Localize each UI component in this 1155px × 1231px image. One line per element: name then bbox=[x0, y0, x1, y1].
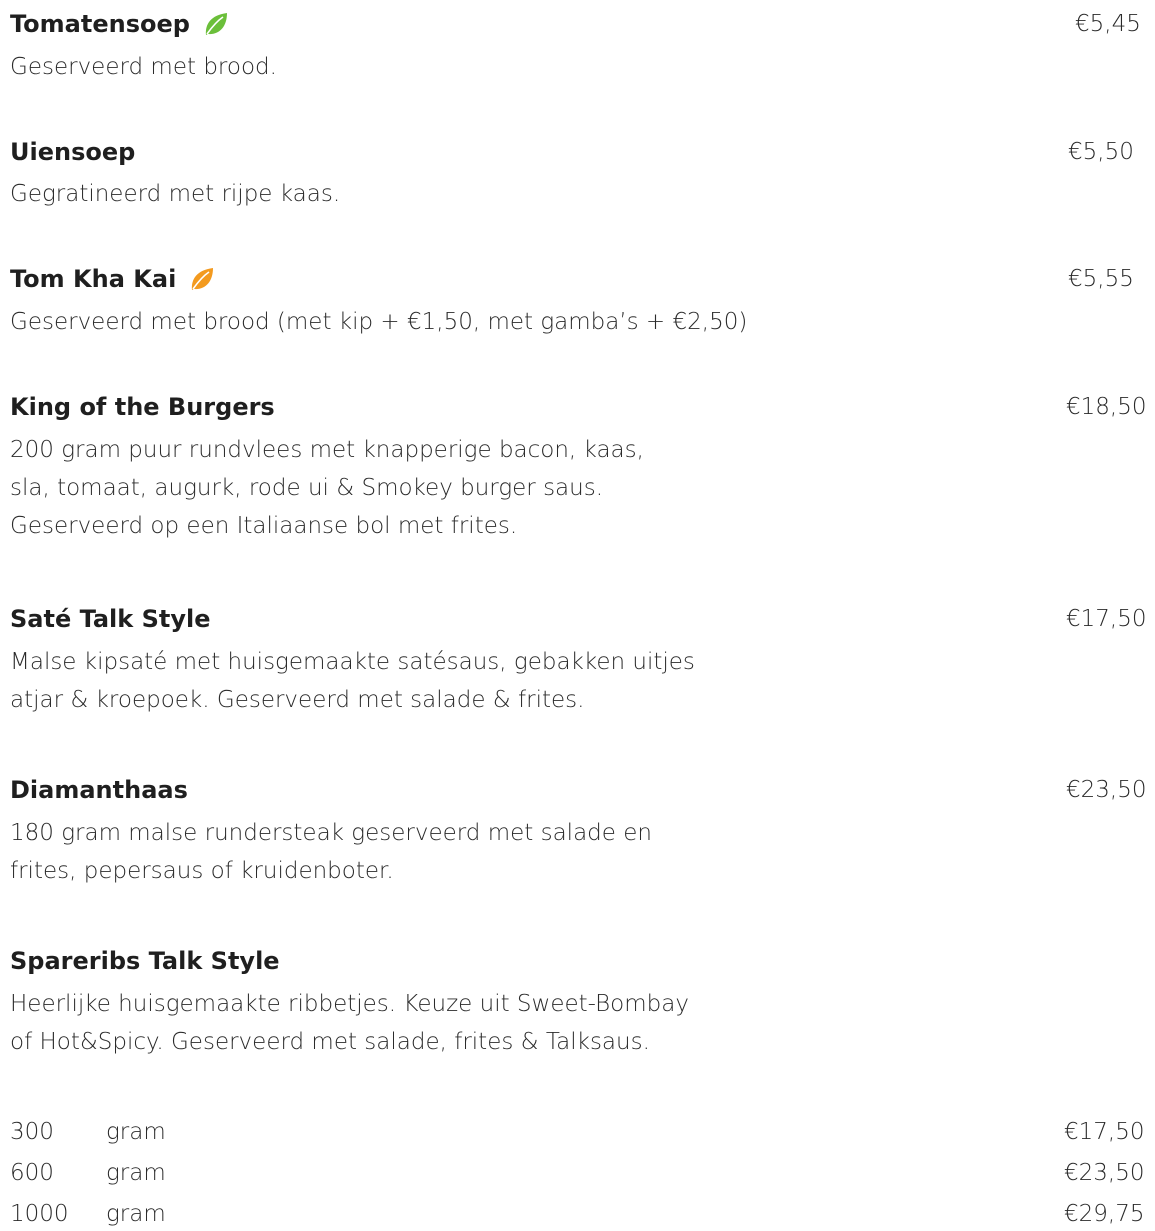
leaf-icon bbox=[205, 13, 227, 35]
menu-item-description: Geserveerd met brood. bbox=[10, 54, 277, 80]
weight-option-row: 600 gram €23,50 bbox=[10, 1158, 1155, 1188]
weight-amount: 600 bbox=[10, 1160, 54, 1186]
weight-unit: gram bbox=[106, 1201, 166, 1227]
menu-item-name: Spareribs Talk Style bbox=[10, 947, 280, 975]
menu-item-title-uiensoep: Uiensoep bbox=[10, 137, 135, 167]
menu-item-price: €5,50 bbox=[1068, 139, 1134, 165]
menu-item-title-tomatensoep: Tomatensoep bbox=[10, 9, 230, 39]
weight-unit: gram bbox=[106, 1119, 166, 1145]
menu-item-title-tom-kha-kai: Tom Kha Kai bbox=[10, 264, 216, 294]
menu-item-name: Uiensoep bbox=[10, 138, 136, 166]
menu-item-title-spareribs-talk-style: Spareribs Talk Style bbox=[10, 946, 280, 976]
menu-item-description: 200 gram puur rundvlees met knapperige b… bbox=[10, 437, 644, 539]
menu-item-price: €23,50 bbox=[1066, 777, 1147, 803]
menu-item-price: €18,50 bbox=[1066, 394, 1147, 420]
menu-item-name: King of the Burgers bbox=[10, 393, 275, 421]
menu-item-description: Gegratineerd met rijpe kaas. bbox=[10, 181, 341, 207]
menu-item-name: Tom Kha Kai bbox=[10, 265, 177, 293]
leaf-icon bbox=[192, 268, 214, 290]
menu-item-description: Heerlijke huisgemaakte ribbetjes. Keuze … bbox=[10, 991, 689, 1055]
weight-price: €29,75 bbox=[1064, 1201, 1145, 1227]
menu-item-name: Diamanthaas bbox=[10, 776, 188, 804]
weight-price: €23,50 bbox=[1064, 1160, 1145, 1186]
weight-unit: gram bbox=[106, 1160, 166, 1186]
menu-item-description: 180 gram malse rundersteak geserveerd me… bbox=[10, 820, 652, 884]
weight-amount: 300 bbox=[10, 1119, 54, 1145]
menu-item-title-king-of-the-burgers: King of the Burgers bbox=[10, 392, 275, 422]
menu-item-name: Saté Talk Style bbox=[10, 605, 211, 633]
menu-item-title-sate-talk-style: Saté Talk Style bbox=[10, 604, 211, 634]
menu-item-title-diamanthaas: Diamanthaas bbox=[10, 775, 188, 805]
menu-item-description: Geserveerd met brood (met kip + €1,50, m… bbox=[10, 309, 748, 335]
menu-item-name: Tomatensoep bbox=[10, 10, 190, 38]
menu-item-price: €5,45 bbox=[1075, 11, 1141, 37]
weight-option-row: 300 gram €17,50 bbox=[10, 1117, 1155, 1147]
weight-amount: 1000 bbox=[10, 1201, 69, 1227]
menu-item-description: Malse kipsaté met huisgemaakte satésaus,… bbox=[10, 649, 695, 713]
menu-item-price: €17,50 bbox=[1066, 606, 1147, 632]
weight-price: €17,50 bbox=[1064, 1119, 1145, 1145]
menu-item-price: €5,55 bbox=[1068, 266, 1134, 292]
weight-option-row: 1000 gram €29,75 bbox=[10, 1199, 1155, 1229]
